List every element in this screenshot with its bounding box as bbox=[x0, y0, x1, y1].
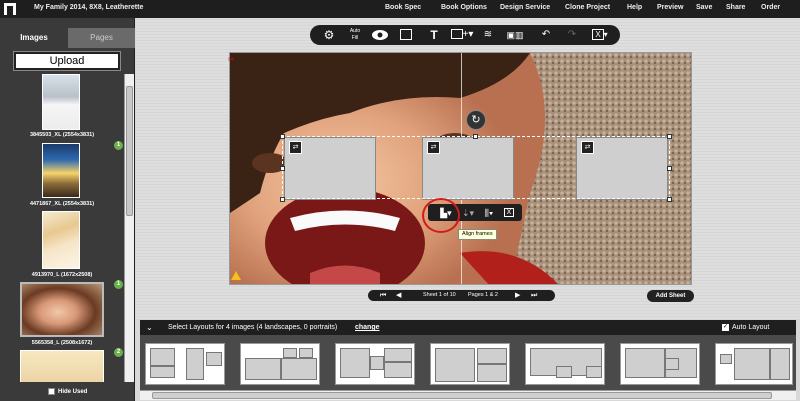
add-image-icon[interactable]: +▾ bbox=[450, 27, 474, 43]
close-frame-tools-icon[interactable]: X bbox=[502, 205, 516, 221]
gear-icon[interactable]: ⚙ bbox=[320, 27, 338, 43]
last-page-icon[interactable]: ⏭ bbox=[531, 290, 537, 301]
auto-fill-button[interactable]: Auto Fill bbox=[346, 27, 364, 43]
edit-toolbar: ⚙ Auto Fill T +▾ ≋ ▣▥ ↶ ↷ X ▾ bbox=[310, 25, 620, 45]
menu-book-spec[interactable]: Book Spec bbox=[385, 4, 421, 11]
thumb-image bbox=[20, 282, 104, 337]
menu-clone-project[interactable]: Clone Project bbox=[565, 4, 610, 11]
menu-design-service[interactable]: Design Service bbox=[500, 4, 550, 11]
resize-handle[interactable] bbox=[667, 134, 672, 139]
distribute-icon[interactable]: ⇣▾ bbox=[460, 205, 476, 221]
hide-used-label: Hide Used bbox=[58, 389, 88, 396]
scrollbar-thumb[interactable] bbox=[152, 392, 772, 399]
eye-icon[interactable] bbox=[370, 27, 390, 43]
left-panel: Images Pages Upload 3845503_XL (2554x383… bbox=[0, 18, 135, 401]
project-title: My Family 2014, 8X8, Leatherette bbox=[34, 4, 144, 11]
menu-book-options[interactable]: Book Options bbox=[441, 4, 487, 11]
usage-badge: 2 bbox=[114, 348, 123, 357]
thumb-image bbox=[42, 211, 80, 269]
frame-icon[interactable] bbox=[398, 27, 414, 43]
selection-box bbox=[282, 136, 670, 199]
resize-handle[interactable] bbox=[667, 197, 672, 202]
tooltip-align-frames: Align frames bbox=[458, 229, 497, 240]
auto-layout-toggle[interactable]: ✓ Auto Layout bbox=[722, 320, 769, 335]
thumb-caption: 4913970_L (1672x2508) bbox=[31, 272, 93, 278]
warning-icon bbox=[231, 271, 241, 280]
image-list: 3845503_XL (2554x3831) 4471867_XL (2554x… bbox=[0, 74, 124, 382]
thumb-caption: 4471867_XL (2554x3831) bbox=[29, 201, 95, 207]
resize-handle[interactable] bbox=[667, 166, 672, 171]
menu-share[interactable]: Share bbox=[726, 4, 745, 11]
auto-layout-label: Auto Layout bbox=[732, 324, 770, 331]
text-icon[interactable]: T bbox=[426, 27, 442, 43]
layout-option[interactable] bbox=[240, 343, 320, 385]
sheet-indicator: Sheet 1 of 10 bbox=[423, 292, 456, 298]
undo-icon[interactable]: ↶ bbox=[538, 27, 554, 43]
layout-option[interactable] bbox=[715, 343, 793, 385]
top-menu-bar: My Family 2014, 8X8, Leatherette Book Sp… bbox=[0, 0, 800, 18]
thumb-image bbox=[20, 350, 104, 382]
auto-layout-checkbox[interactable]: ✓ bbox=[722, 323, 729, 331]
menu-help[interactable]: Help bbox=[627, 4, 642, 11]
hide-used-checkbox[interactable] bbox=[48, 388, 55, 395]
logo-icon bbox=[4, 3, 16, 15]
layout-icon[interactable]: ▣▥ bbox=[504, 27, 526, 43]
layout-option[interactable] bbox=[430, 343, 510, 385]
usage-badge: 1 bbox=[114, 280, 123, 289]
pages-indicator: Pages 1 & 2 bbox=[468, 292, 498, 298]
change-link[interactable]: change bbox=[355, 320, 380, 335]
redo-icon[interactable]: ↷ bbox=[564, 27, 580, 43]
layouts-bar: ⌄ Select Layouts for 4 images (4 landsca… bbox=[140, 320, 796, 335]
prev-page-icon[interactable]: ◀ bbox=[396, 290, 401, 301]
layouts-scrollbar[interactable] bbox=[140, 390, 796, 400]
layers-icon[interactable]: ≋ bbox=[480, 27, 496, 43]
layout-option[interactable] bbox=[145, 343, 225, 385]
layouts-description: Select Layouts for 4 images (4 landscape… bbox=[168, 324, 338, 331]
page-navigation: ⏮ ◀ Sheet 1 of 10 Pages 1 & 2 ▶ ⏭ bbox=[368, 290, 555, 301]
collapse-icon[interactable]: ⌄ bbox=[146, 320, 153, 335]
thumb-image bbox=[42, 74, 80, 130]
resize-handle[interactable] bbox=[280, 166, 285, 171]
menu-save[interactable]: Save bbox=[696, 4, 712, 11]
first-page-icon[interactable]: ⏮ bbox=[380, 290, 386, 301]
thumb-image bbox=[42, 143, 80, 198]
resize-handle[interactable] bbox=[280, 134, 285, 139]
layout-option[interactable] bbox=[620, 343, 700, 385]
app-window: My Family 2014, 8X8, Leatherette Book Sp… bbox=[0, 0, 800, 401]
add-sheet-button[interactable]: Add Sheet bbox=[647, 290, 694, 302]
crop-marker-icon: ✂ bbox=[228, 55, 235, 64]
thumb-caption: 3845503_XL (2554x3831) bbox=[29, 132, 95, 138]
close-menu-icon[interactable]: X ▾ bbox=[588, 27, 612, 43]
resize-handle[interactable] bbox=[473, 134, 478, 139]
upload-button[interactable]: Upload bbox=[14, 52, 120, 70]
tab-images[interactable]: Images bbox=[0, 28, 68, 48]
scrollbar-thumb[interactable] bbox=[126, 86, 133, 216]
hide-used-toggle[interactable]: Hide Used bbox=[48, 388, 87, 395]
layout-option[interactable] bbox=[335, 343, 415, 385]
resize-handle[interactable] bbox=[280, 197, 285, 202]
menu-order[interactable]: Order bbox=[761, 4, 780, 11]
next-page-icon[interactable]: ▶ bbox=[515, 290, 520, 301]
image-list-scrollbar[interactable] bbox=[124, 74, 134, 382]
rotate-icon[interactable]: ↻ bbox=[466, 110, 486, 130]
usage-badge: 1 bbox=[114, 141, 123, 150]
tab-pages[interactable]: Pages bbox=[68, 28, 135, 48]
spacing-icon[interactable]: ⫼▾ bbox=[480, 205, 498, 221]
thumb-caption: 5565358_L (2508x1672) bbox=[31, 340, 93, 346]
highlight-circle bbox=[422, 198, 460, 233]
layout-option[interactable] bbox=[525, 343, 605, 385]
layouts-panel bbox=[140, 335, 796, 390]
menu-preview[interactable]: Preview bbox=[657, 4, 683, 11]
